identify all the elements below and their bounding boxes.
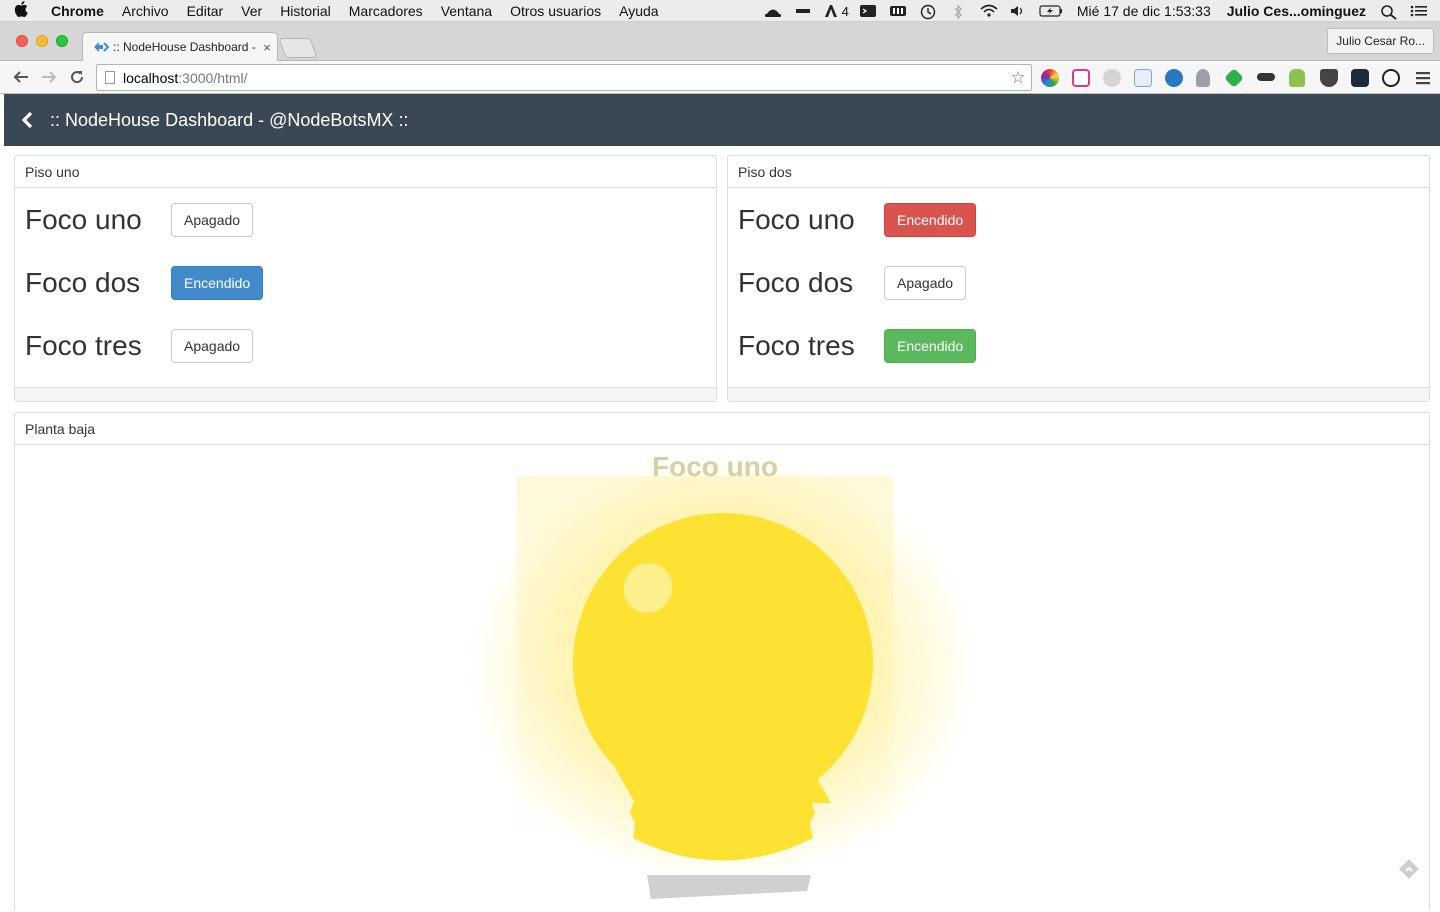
- page-icon: [105, 71, 115, 84]
- nodebots-favicon-icon: [93, 41, 110, 53]
- window-minimize-button[interactable]: [36, 35, 48, 47]
- window-close-button[interactable]: [16, 35, 28, 47]
- qr-extension-icon[interactable]: [1351, 69, 1369, 87]
- light-label: Foco uno: [25, 204, 142, 235]
- menubar: Chrome Archivo Editar Ver Historial Marc…: [0, 0, 1440, 22]
- menu-ver[interactable]: Ver: [232, 3, 271, 19]
- menubar-status-area: 4 Mié 17 de dic 1:53:33 Julio Ces...omin…: [758, 0, 1440, 22]
- globe-extension-icon[interactable]: [1165, 69, 1183, 87]
- panel-piso-dos: Piso dos Foco uno Encendido Foco dos Apa…: [727, 155, 1430, 402]
- terminal-icon[interactable]: [859, 4, 877, 18]
- chrome-menu-icon[interactable]: [1414, 69, 1432, 87]
- app-navbar: :: NodeHouse Dashboard - @NodeBotsMX ::: [4, 94, 1440, 146]
- panel-heading-piso-uno: Piso uno: [15, 156, 716, 188]
- menu-otros-usuarios[interactable]: Otros usuarios: [501, 3, 610, 19]
- light-row: Foco uno Apagado: [25, 200, 254, 240]
- light-row: Foco dos Encendido: [25, 263, 264, 303]
- light-label: Foco tres: [25, 330, 142, 361]
- apple-menu-icon[interactable]: [0, 0, 42, 21]
- toggle-button-on[interactable]: Encendido: [884, 329, 977, 363]
- toggle-button-off[interactable]: Apagado: [171, 203, 254, 237]
- window-zoom-button[interactable]: [56, 35, 68, 47]
- address-url[interactable]: localhost:3000/html/: [123, 70, 1005, 86]
- menu-marcadores[interactable]: Marcadores: [340, 3, 432, 19]
- light-label: Foco tres: [738, 330, 855, 361]
- bluetooth-icon[interactable]: [949, 4, 967, 20]
- bulb-neck: [615, 768, 831, 803]
- light-row: Foco tres Encendido: [738, 326, 977, 366]
- light-row: Foco dos Apagado: [738, 263, 967, 303]
- menu-editar[interactable]: Editar: [178, 3, 233, 19]
- light-label: Foco uno: [738, 204, 855, 235]
- spotlight-search-icon[interactable]: [1380, 4, 1398, 20]
- panel-piso-uno: Piso uno Foco uno Apagado Foco dos Encen…: [14, 155, 717, 402]
- panel-planta-baja: Planta baja Foco uno: [14, 412, 1430, 912]
- wifi-icon[interactable]: [979, 4, 998, 18]
- menubar-user[interactable]: Julio Ces...ominguez: [1219, 3, 1374, 19]
- pocket-extension-icon[interactable]: [1320, 69, 1338, 87]
- feedly-float-icon[interactable]: [1397, 857, 1421, 886]
- menu-ayuda[interactable]: Ayuda: [610, 3, 667, 19]
- bell-extension-icon[interactable]: [1196, 69, 1210, 87]
- toggle-button-off[interactable]: Apagado: [171, 329, 254, 363]
- url-host: localhost: [123, 69, 179, 86]
- panel-heading-piso-dos: Piso dos: [728, 156, 1429, 188]
- sync-extension-icon[interactable]: [1382, 69, 1400, 87]
- menu-app-name[interactable]: Chrome: [42, 3, 113, 19]
- feedly-extension-icon[interactable]: [1224, 68, 1244, 88]
- url-path: :3000/html/: [178, 69, 248, 86]
- reload-icon[interactable]: [67, 67, 87, 87]
- android-extension-icon[interactable]: [1289, 69, 1305, 87]
- toggle-button-on[interactable]: Encendido: [884, 203, 977, 237]
- panel-footer: [728, 387, 1429, 401]
- light-row: Foco uno Encendido: [738, 200, 977, 240]
- navbar-back-chevron-icon[interactable]: [4, 111, 50, 129]
- time-machine-icon[interactable]: [919, 4, 937, 20]
- bulb-label: Foco uno: [652, 451, 778, 482]
- new-tab-button[interactable]: [278, 38, 318, 58]
- navbar-brand[interactable]: :: NodeHouse Dashboard - @NodeBotsMX ::: [50, 110, 408, 131]
- light-label: Foco dos: [738, 267, 854, 298]
- incognito-hat-icon[interactable]: [764, 4, 782, 18]
- menu-historial[interactable]: Historial: [271, 3, 340, 19]
- light-label: Foco dos: [25, 267, 141, 298]
- toggle-button-on[interactable]: Encendido: [171, 266, 264, 300]
- browser-tab-active[interactable]: :: NodeHouse Dashboard - ×: [82, 32, 278, 61]
- volume-icon[interactable]: [1009, 4, 1027, 18]
- notification-center-icon[interactable]: [1410, 4, 1428, 18]
- panel-footer: [15, 387, 716, 401]
- memory-icon[interactable]: [889, 4, 907, 18]
- menu-ventana[interactable]: Ventana: [432, 3, 501, 19]
- battery-strip-icon[interactable]: [794, 4, 812, 18]
- disc-extension-icon[interactable]: [1103, 69, 1121, 87]
- lightbulb-graphic[interactable]: [15, 413, 1429, 903]
- window-resizer-extension-icon[interactable]: [1072, 69, 1090, 87]
- bookmark-star-icon[interactable]: ☆: [1005, 68, 1031, 88]
- browser-tabstrip: :: NodeHouse Dashboard - × Julio Cesar R…: [0, 22, 1440, 61]
- light-row: Foco tres Apagado: [25, 326, 254, 366]
- bulb-screw: [647, 875, 811, 899]
- screen-capture-extension-icon[interactable]: [1134, 69, 1152, 87]
- menubar-clock[interactable]: Mié 17 de dic 1:53:33: [1069, 3, 1219, 19]
- tab-close-icon[interactable]: ×: [257, 40, 277, 55]
- battery-icon[interactable]: [1039, 4, 1063, 18]
- menu-archivo[interactable]: Archivo: [113, 3, 178, 19]
- toggle-button-off[interactable]: Apagado: [884, 266, 967, 300]
- address-bar[interactable]: localhost:3000/html/ ☆: [96, 64, 1032, 91]
- color-picker-extension-icon[interactable]: [1041, 69, 1059, 87]
- tab-title: :: NodeHouse Dashboard -: [113, 40, 256, 54]
- forward-icon[interactable]: [39, 67, 59, 87]
- profile-button[interactable]: Julio Cesar Ro...: [1327, 28, 1434, 54]
- adobe-count: 4: [841, 3, 849, 19]
- browser-toolbar: localhost:3000/html/ ☆: [0, 61, 1440, 94]
- back-icon[interactable]: [11, 67, 31, 87]
- mask-extension-icon[interactable]: [1257, 73, 1275, 81]
